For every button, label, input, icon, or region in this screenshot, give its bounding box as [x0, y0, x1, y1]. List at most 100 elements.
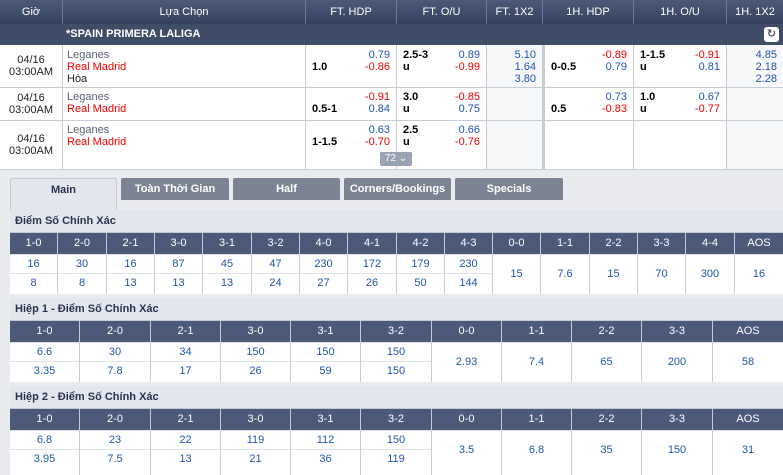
score-odds[interactable]: 13 — [155, 273, 202, 292]
ft-ou-over-odds[interactable]: 0.66 — [459, 124, 480, 136]
score-odds[interactable]: 3.95 — [10, 449, 79, 468]
score-odds[interactable]: 7.6 — [541, 254, 589, 292]
h1-1x2-draw[interactable]: 2.28 — [756, 73, 777, 85]
score-odds[interactable]: 2.93 — [432, 342, 501, 380]
score-odds[interactable]: 150 — [221, 342, 290, 361]
score-odds[interactable]: 13 — [107, 273, 154, 292]
score-odds[interactable]: 230 — [445, 254, 492, 273]
ft-ou-under-odds[interactable]: -0.99 — [455, 61, 480, 73]
score-odds[interactable]: 16 — [107, 254, 154, 273]
more-markets-button[interactable]: 72 ⌄ — [380, 152, 412, 166]
ft-ou-over-odds[interactable]: 0.89 — [459, 49, 480, 61]
score-odds[interactable]: 30 — [80, 342, 150, 361]
ft-hdp-away-odds[interactable]: -0.86 — [365, 61, 390, 73]
score-odds[interactable]: 21 — [221, 449, 290, 468]
score-odds[interactable]: 47 — [252, 254, 299, 273]
score-odds[interactable]: 150 — [291, 342, 360, 361]
score-odds[interactable]: 179 — [397, 254, 444, 273]
tab-specials[interactable]: Specials — [455, 178, 563, 200]
score-odds[interactable]: 119 — [361, 449, 431, 468]
score-odds[interactable]: 112 — [291, 430, 360, 449]
score-odds[interactable]: 150 — [361, 361, 431, 380]
tab-half[interactable]: Half — [233, 178, 340, 200]
ft-ou-over-odds[interactable]: -0.85 — [455, 91, 480, 103]
score-odds[interactable]: 31 — [713, 430, 783, 468]
ft-hdp-home-odds[interactable]: -0.91 — [365, 91, 390, 103]
tab-full-time[interactable]: Toàn Thời Gian — [121, 178, 229, 200]
score-odds[interactable]: 7.4 — [502, 342, 571, 380]
score-odds[interactable]: 13 — [203, 273, 251, 292]
score-odds[interactable]: 70 — [638, 254, 685, 292]
score-odds[interactable]: 300 — [686, 254, 734, 292]
score-odds[interactable]: 45 — [203, 254, 251, 273]
score-odds[interactable]: 7.8 — [80, 361, 150, 380]
h1-hdp-away-odds[interactable]: -0.83 — [602, 103, 627, 115]
score-odds[interactable]: 144 — [445, 273, 492, 292]
score-odds[interactable]: 200 — [642, 342, 712, 380]
score-odds[interactable]: 6.6 — [10, 342, 79, 361]
score-odds[interactable]: 30 — [58, 254, 106, 273]
ft-1x2-home[interactable]: 5.10 — [515, 49, 536, 61]
score-odds[interactable]: 17 — [151, 361, 220, 380]
h1-ou-under-odds[interactable]: -0.77 — [695, 103, 720, 115]
away-team: Real Madrid — [67, 61, 127, 73]
score-odds[interactable]: 8 — [10, 273, 57, 292]
score-odds[interactable]: 23 — [80, 430, 150, 449]
ft-hdp-away-odds[interactable]: 0.84 — [369, 103, 390, 115]
score-odds[interactable]: 6.8 — [502, 430, 571, 468]
score-odds[interactable]: 26 — [348, 273, 396, 292]
score-odds[interactable]: 87 — [155, 254, 202, 273]
score-odds[interactable]: 24 — [252, 273, 299, 292]
h1-ou-over-odds[interactable]: -0.91 — [695, 49, 720, 61]
score-odds[interactable]: 8 — [58, 273, 106, 292]
h1-ou-under-odds[interactable]: 0.81 — [699, 61, 720, 73]
h1-hdp-home-odds[interactable]: -0.89 — [602, 49, 627, 61]
score-odds[interactable]: 27 — [300, 273, 347, 292]
score-odds[interactable]: 34 — [151, 342, 220, 361]
score-odds[interactable]: 13 — [151, 449, 220, 468]
score-odds[interactable]: 50 — [397, 273, 444, 292]
score-column: 3-2 150 150 — [361, 321, 432, 382]
score-odds[interactable]: 59 — [291, 361, 360, 380]
score-odds[interactable]: 6.8 — [10, 430, 79, 449]
score-odds[interactable]: 230 — [300, 254, 347, 273]
ft-1x2-draw[interactable]: 3.80 — [515, 73, 536, 85]
score-odds[interactable]: 16 — [10, 254, 57, 273]
score-odds[interactable]: 65 — [572, 342, 641, 380]
h1-hdp-home-odds[interactable]: 0.73 — [606, 91, 627, 103]
score-odds[interactable]: 16 — [735, 254, 783, 292]
ft-ou-under-odds[interactable]: -0.76 — [455, 136, 480, 148]
score-odds[interactable]: 35 — [572, 430, 641, 468]
ft-hdp-away-odds[interactable]: -0.70 — [365, 136, 390, 148]
ft-1x2-away[interactable]: 1.64 — [515, 61, 536, 73]
score-odds[interactable]: 58 — [713, 342, 783, 380]
score-label: 0-0 — [493, 233, 540, 254]
ft-ou-under-odds[interactable]: 0.75 — [459, 103, 480, 115]
score-odds[interactable]: 172 — [348, 254, 396, 273]
score-odds[interactable]: 15 — [493, 254, 540, 292]
h1-ou-over-odds[interactable]: 0.67 — [699, 91, 720, 103]
score-column: AOS 31 — [713, 409, 783, 475]
col-1h-ou: 1H. O/U — [634, 0, 727, 24]
tab-corners-bookings[interactable]: Corners/Bookings — [344, 178, 451, 200]
score-odds[interactable]: 3.35 — [10, 361, 79, 380]
score-odds[interactable]: 150 — [361, 342, 431, 361]
score-odds[interactable]: 36 — [291, 449, 360, 468]
score-odds[interactable]: 22 — [151, 430, 220, 449]
score-odds[interactable]: 150 — [642, 430, 712, 468]
ft-hdp-home-odds[interactable]: 0.79 — [369, 49, 390, 61]
refresh-icon[interactable]: ↻ — [764, 27, 779, 42]
score-label: 0-0 — [432, 409, 501, 430]
score-odds[interactable]: 15 — [590, 254, 637, 292]
h1-1x2-home[interactable]: 4.85 — [756, 49, 777, 61]
h1-1x2-away[interactable]: 2.18 — [756, 61, 777, 73]
score-column: 2-0 30 8 — [58, 233, 107, 294]
tab-main[interactable]: Main — [10, 178, 117, 210]
score-odds[interactable]: 150 — [361, 430, 431, 449]
ft-hdp-home-odds[interactable]: 0.63 — [369, 124, 390, 136]
score-odds[interactable]: 26 — [221, 361, 290, 380]
score-odds[interactable]: 3.5 — [432, 430, 501, 468]
score-odds[interactable]: 7.5 — [80, 449, 150, 468]
score-odds[interactable]: 119 — [221, 430, 290, 449]
h1-hdp-away-odds[interactable]: 0.79 — [606, 61, 627, 73]
